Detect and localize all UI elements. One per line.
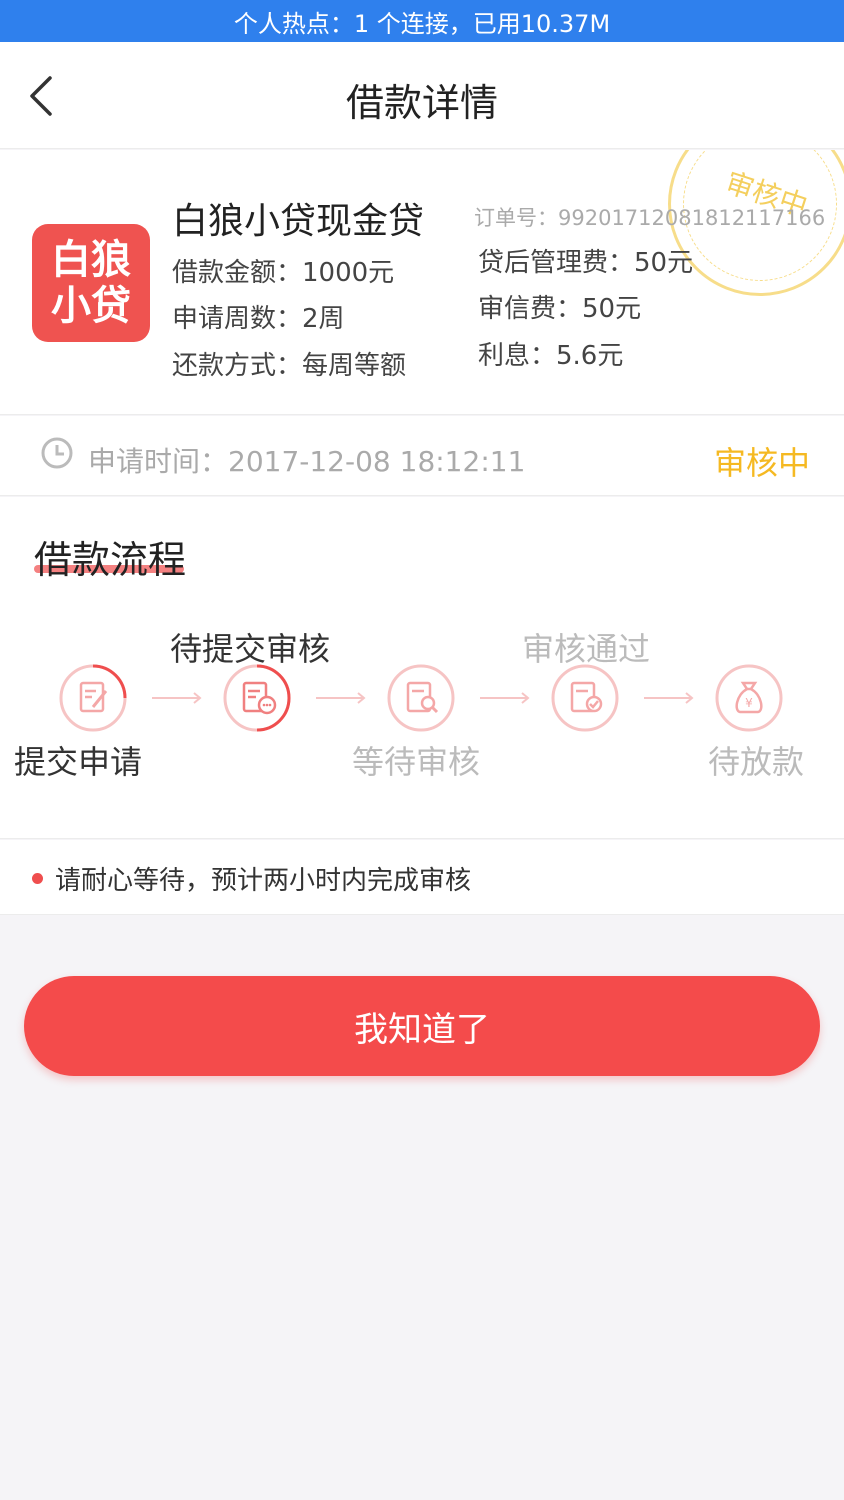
order-number: 订单号：99201712081812117166	[474, 206, 826, 230]
clock-icon	[41, 437, 73, 469]
step-label-pending-submit: 待提交审核	[170, 630, 331, 668]
lender-logo: 白狼 小贷	[32, 224, 150, 342]
document-search-icon	[387, 664, 455, 732]
step-arrow	[316, 692, 366, 704]
logo-line-2: 小贷	[51, 283, 131, 329]
loan-info-card: 审核中 白狼 小贷 白狼小贷现金贷 订单号：992017120818121171…	[0, 150, 844, 415]
loan-amount: 借款金额：1000元	[172, 258, 395, 288]
step-arrow	[480, 692, 530, 704]
step-arrow	[644, 692, 694, 704]
application-time-row: 申请时间：2017-12-08 18:12:11 审核中	[0, 416, 844, 496]
confirm-button[interactable]: 我知道了	[24, 976, 820, 1076]
repay-method: 还款方式：每周等额	[172, 351, 407, 381]
tip-row: 请耐心等待，预计两小时内完成审核	[0, 840, 844, 915]
red-dot-icon	[32, 873, 43, 884]
step-label-approved: 审核通过	[522, 630, 651, 668]
nav-bar: 借款详情	[0, 42, 844, 149]
step-label-waiting-review: 等待审核	[352, 743, 481, 781]
edit-document-icon	[59, 664, 127, 732]
interest: 利息：5.6元	[478, 341, 624, 371]
review-fee: 审信费：50元	[478, 294, 642, 324]
step-label-pending-disburse: 待放款	[708, 743, 805, 781]
application-time: 申请时间：2017-12-08 18:12:11	[88, 445, 526, 478]
loan-weeks: 申请周数：2周	[172, 304, 345, 334]
loan-process-section: 借款流程 ¥ 提交申请 待提交审核 等待审核 审核通过 待放款	[0, 497, 844, 839]
status-badge: 审核中	[713, 444, 810, 482]
document-chat-icon	[223, 664, 291, 732]
product-name: 白狼小贷现金贷	[172, 201, 425, 242]
process-title: 借款流程	[34, 538, 187, 582]
logo-line-1: 白狼	[51, 237, 131, 283]
hotspot-status-bar: 个人热点：1 个连接，已用10.37M	[0, 0, 844, 42]
svg-text:¥: ¥	[745, 696, 753, 710]
tip-text: 请耐心等待，预计两小时内完成审核	[55, 866, 472, 896]
money-bag-icon: ¥	[715, 664, 783, 732]
step-label-submit: 提交申请	[14, 743, 143, 781]
management-fee: 贷后管理费：50元	[478, 248, 694, 278]
step-arrow	[152, 692, 202, 704]
page-title: 借款详情	[345, 81, 498, 125]
document-check-icon	[551, 664, 619, 732]
